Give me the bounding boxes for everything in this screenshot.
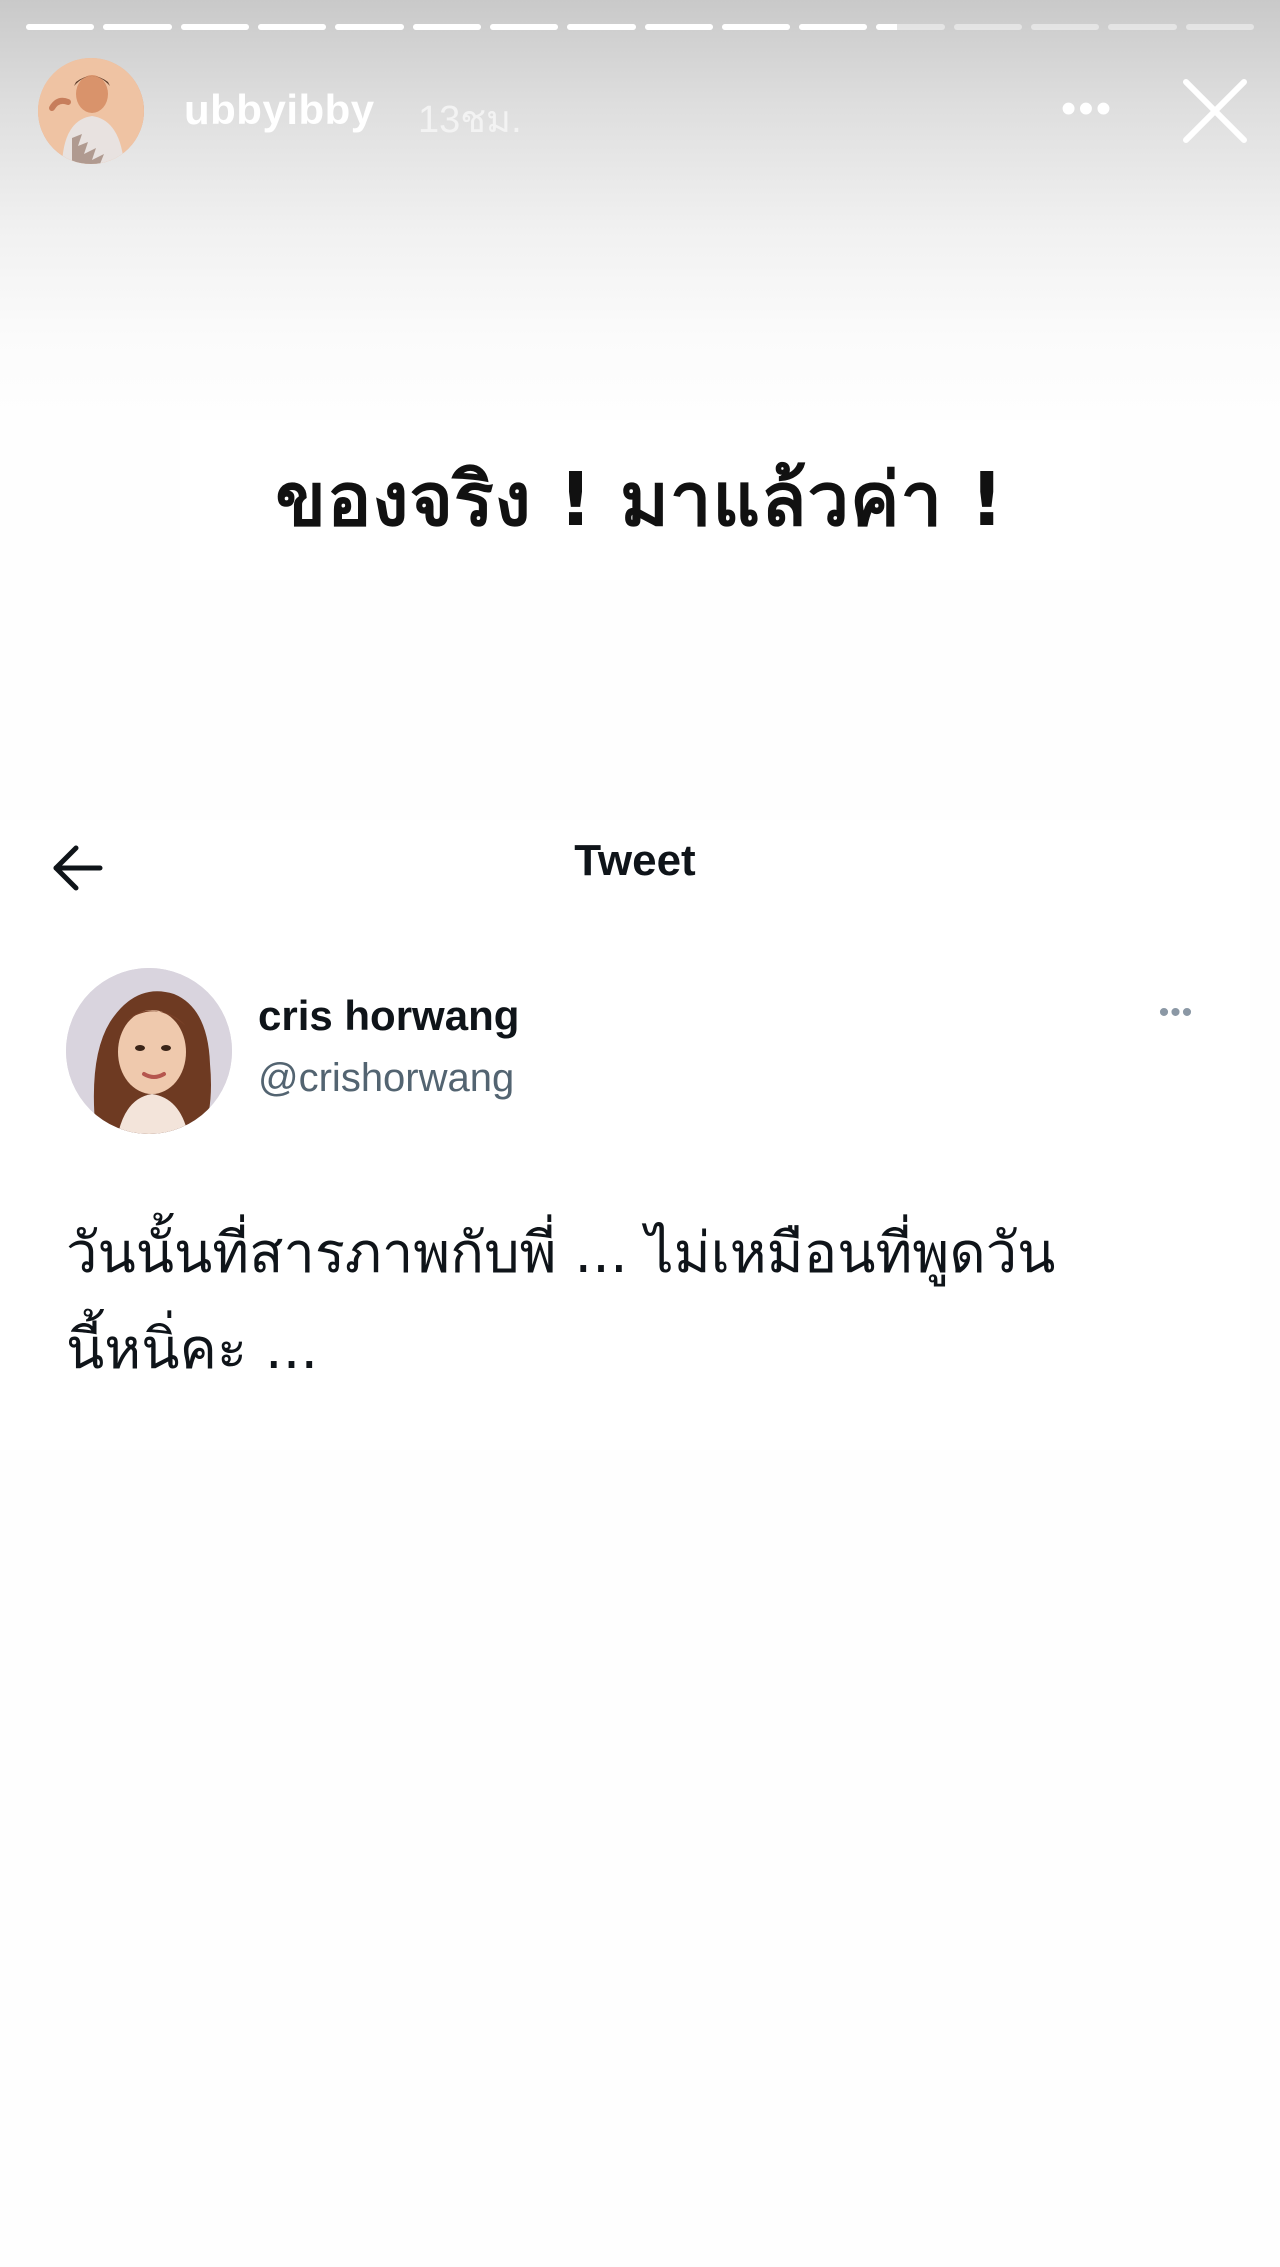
story-progress-fill	[644, 24, 713, 30]
story-caption-text: ของจริง ! มาแล้วค่า !	[275, 457, 1005, 543]
story-header: ubbyibby 13ชม. •••	[0, 56, 1280, 166]
story-progress-segment	[1031, 24, 1100, 30]
tweet-body-text: วันนั้นที่สารภาพกับพี่ ... ไม่เหมือนที่พ…	[66, 1206, 1206, 1398]
story-progress-fill	[335, 24, 404, 30]
story-progress-segment	[799, 24, 868, 30]
tweet-author-name[interactable]: cris horwang	[258, 992, 519, 1040]
author-photo-icon	[66, 968, 232, 1134]
tweet-text-line: นี้หนิ่คะ ...	[66, 1317, 319, 1382]
story-viewer: ubbyibby 13ชม. ••• ของจริง ! มาแล้วค่า !…	[0, 0, 1280, 2267]
story-progress-fill	[412, 24, 481, 30]
story-progress-fill	[799, 24, 868, 30]
tweet-text-line: วันนั้นที่สารภาพกับพี่ ... ไม่เหมือนที่พ…	[66, 1221, 1056, 1286]
more-options-button[interactable]: •••	[1052, 84, 1122, 134]
story-progress-segment	[567, 24, 636, 30]
tweet-author-handle[interactable]: @crishorwang	[258, 1056, 514, 1101]
story-progress-segment	[412, 24, 481, 30]
story-progress-segment	[721, 24, 791, 30]
story-progress-segment	[876, 24, 945, 30]
story-progress-segment	[257, 24, 327, 30]
avatar-photo-icon	[38, 58, 144, 164]
story-progress-segment	[26, 24, 95, 30]
story-progress-fill	[876, 24, 897, 30]
story-timestamp: 13ชม.	[418, 99, 522, 141]
story-progress-fill	[721, 24, 791, 30]
story-progress-fill	[103, 24, 172, 30]
tweet-header-title: Tweet	[574, 836, 696, 885]
more-horizontal-icon: •••	[1158, 996, 1194, 1029]
story-progress-segment	[1108, 24, 1177, 30]
story-caption-box: ของจริง ! มาแล้วค่า !	[180, 420, 1100, 580]
story-progress-fill	[489, 24, 559, 30]
story-progress-fill	[257, 24, 327, 30]
story-username[interactable]: ubbyibby	[184, 86, 375, 134]
more-horizontal-icon: •••	[1060, 84, 1114, 133]
tweet-screenshot: Tweet cris horwang @crishorwang ••• วันน…	[0, 820, 1250, 1450]
story-progress-fill	[567, 24, 636, 30]
tweet-more-button[interactable]: •••	[1146, 998, 1206, 1028]
story-progress-segment	[1185, 24, 1254, 30]
story-progress-bar	[26, 24, 1254, 30]
story-progress-segment	[644, 24, 713, 30]
story-progress-segment	[953, 24, 1023, 30]
story-progress-segment	[335, 24, 404, 30]
story-progress-fill	[180, 24, 249, 30]
story-progress-segment	[180, 24, 249, 30]
story-progress-fill	[26, 24, 95, 30]
tweet-author-avatar[interactable]	[66, 968, 232, 1134]
story-progress-segment	[489, 24, 559, 30]
close-icon	[1183, 79, 1247, 143]
story-progress-segment	[103, 24, 172, 30]
close-button[interactable]	[1178, 74, 1252, 148]
story-user-avatar[interactable]	[38, 58, 144, 164]
